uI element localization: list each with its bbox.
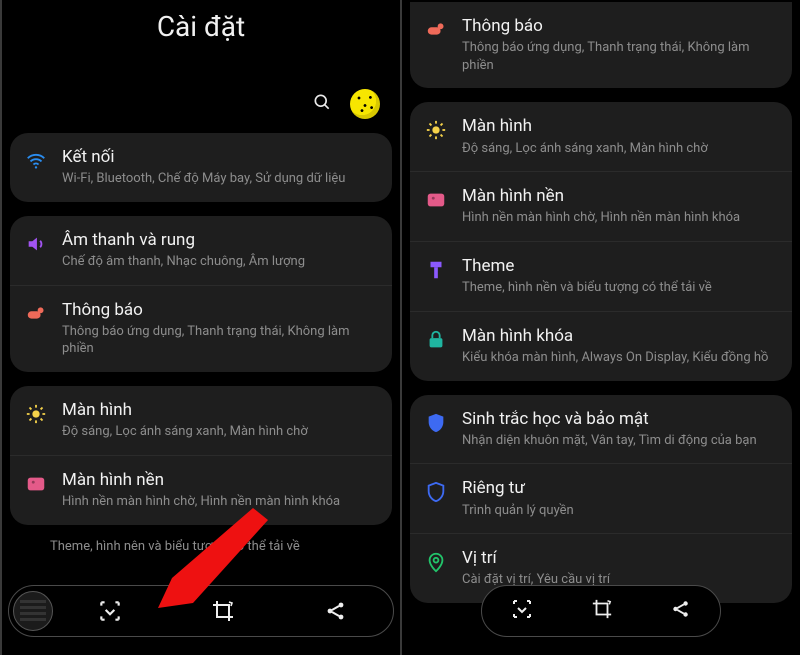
item-title: Màn hình khóa bbox=[462, 326, 778, 347]
item-sub: Hình nền màn hình chờ, Hình nền màn hình… bbox=[462, 209, 778, 227]
brightness-icon bbox=[24, 402, 48, 426]
theme-icon bbox=[424, 258, 448, 282]
settings-item-lockscreen[interactable]: Màn hình khóa Kiểu khóa màn hình, Always… bbox=[410, 311, 792, 381]
settings-group: Kết nối Wi-Fi, Bluetooth, Chế độ Máy bay… bbox=[10, 133, 392, 202]
screenshot-toolbar bbox=[481, 585, 721, 637]
shield-icon bbox=[424, 411, 448, 435]
partially-visible-text: Theme, hình nên và biểu tượng có thể tải… bbox=[2, 539, 400, 560]
bell-icon bbox=[424, 18, 448, 42]
shield2-icon bbox=[424, 480, 448, 504]
settings-item-privacy[interactable]: Riêng tư Trình quản lý quyền bbox=[410, 463, 792, 533]
item-sub: Trình quản lý quyền bbox=[462, 502, 778, 520]
settings-item-theme[interactable]: Theme Theme, hình nền và biểu tượng có t… bbox=[410, 241, 792, 311]
image-icon bbox=[424, 188, 448, 212]
settings-group: Thông báo Thông báo ứng dụng, Thanh trạn… bbox=[410, 2, 792, 88]
item-title: Thông báo bbox=[62, 300, 378, 321]
page-title: Cài đặt bbox=[2, 10, 400, 43]
item-title: Màn hình bbox=[62, 400, 378, 421]
settings-item-notifications[interactable]: Thông báo Thông báo ứng dụng, Thanh trạn… bbox=[10, 285, 392, 372]
location-icon bbox=[424, 550, 448, 574]
settings-group: Màn hình Độ sáng, Lọc ánh sáng xanh, Màn… bbox=[10, 386, 392, 525]
scroll-capture-button[interactable] bbox=[510, 597, 534, 625]
wifi-icon bbox=[24, 149, 48, 173]
settings-group: Âm thanh và rung Chế độ âm thanh, Nhạc c… bbox=[10, 216, 392, 372]
lock-icon bbox=[424, 328, 448, 352]
item-title: Kết nối bbox=[62, 147, 378, 168]
item-sub: Thông báo ứng dụng, Thanh trạng thái, Kh… bbox=[462, 39, 778, 74]
scroll-capture-button[interactable] bbox=[53, 586, 166, 636]
item-title: Riêng tư bbox=[462, 478, 778, 499]
screenshot-toolbar bbox=[8, 585, 394, 637]
item-title: Thông báo bbox=[462, 16, 778, 37]
header-actions bbox=[2, 83, 400, 133]
item-title: Sinh trắc học và bảo mật bbox=[462, 409, 778, 430]
item-sub: Wi-Fi, Bluetooth, Chế độ Máy bay, Sử dụn… bbox=[62, 170, 378, 188]
item-sub: Thông báo ứng dụng, Thanh trạng thái, Kh… bbox=[62, 323, 378, 358]
settings-item-wallpaper[interactable]: Màn hình nền Hình nền màn hình chờ, Hình… bbox=[10, 455, 392, 525]
settings-item-wallpaper[interactable]: Màn hình nền Hình nền màn hình chờ, Hình… bbox=[410, 171, 792, 241]
settings-item-display[interactable]: Màn hình Độ sáng, Lọc ánh sáng xanh, Màn… bbox=[10, 386, 392, 455]
settings-item-sound[interactable]: Âm thanh và rung Chế độ âm thanh, Nhạc c… bbox=[10, 216, 392, 285]
item-title: Màn hình nền bbox=[62, 470, 378, 491]
settings-item-notifications[interactable]: Thông báo Thông báo ứng dụng, Thanh trạn… bbox=[410, 2, 792, 88]
share-button[interactable] bbox=[280, 586, 393, 636]
item-title: Theme bbox=[462, 256, 778, 277]
crop-button[interactable] bbox=[591, 598, 613, 624]
settings-item-connections[interactable]: Kết nối Wi-Fi, Bluetooth, Chế độ Máy bay… bbox=[10, 133, 392, 202]
screen-left: Cài đặt Kết nối Wi-Fi, Bluetooth, Chế độ… bbox=[0, 0, 400, 655]
speaker-icon bbox=[24, 232, 48, 256]
image-icon bbox=[24, 472, 48, 496]
item-sub: Độ sáng, Lọc ánh sáng xanh, Màn hình chờ bbox=[462, 140, 778, 158]
item-sub: Nhận diện khuôn mặt, Vân tay, Tìm di độn… bbox=[462, 432, 778, 450]
avatar[interactable] bbox=[350, 89, 380, 119]
item-title: Âm thanh và rung bbox=[62, 230, 378, 251]
settings-group: Màn hình Độ sáng, Lọc ánh sáng xanh, Màn… bbox=[410, 102, 792, 380]
screen-right: Thông báo Thông báo ứng dụng, Thanh trạn… bbox=[400, 0, 800, 655]
search-icon[interactable] bbox=[312, 92, 332, 116]
settings-group: Sinh trắc học và bảo mật Nhận diện khuôn… bbox=[410, 395, 792, 603]
crop-button[interactable] bbox=[166, 586, 279, 636]
item-sub: Theme, hình nền và biểu tượng có thể tải… bbox=[462, 279, 778, 297]
brightness-icon bbox=[424, 118, 448, 142]
item-title: Màn hình bbox=[462, 116, 778, 137]
item-title: Vị trí bbox=[462, 548, 778, 569]
settings-item-biometrics[interactable]: Sinh trắc học và bảo mật Nhận diện khuôn… bbox=[410, 395, 792, 464]
item-sub: Kiểu khóa màn hình, Always On Display, K… bbox=[462, 349, 778, 367]
item-title: Màn hình nền bbox=[462, 186, 778, 207]
settings-item-display[interactable]: Màn hình Độ sáng, Lọc ánh sáng xanh, Màn… bbox=[410, 102, 792, 171]
item-sub: Độ sáng, Lọc ánh sáng xanh, Màn hình chờ bbox=[62, 423, 378, 441]
settings-header: Cài đặt bbox=[2, 0, 400, 83]
item-sub: Chế độ âm thanh, Nhạc chuông, Âm lượng bbox=[62, 253, 378, 271]
item-sub: Hình nền màn hình chờ, Hình nền màn hình… bbox=[62, 493, 378, 511]
screenshot-thumbnail[interactable] bbox=[13, 591, 53, 631]
share-button[interactable] bbox=[670, 598, 692, 624]
bell-icon bbox=[24, 302, 48, 326]
